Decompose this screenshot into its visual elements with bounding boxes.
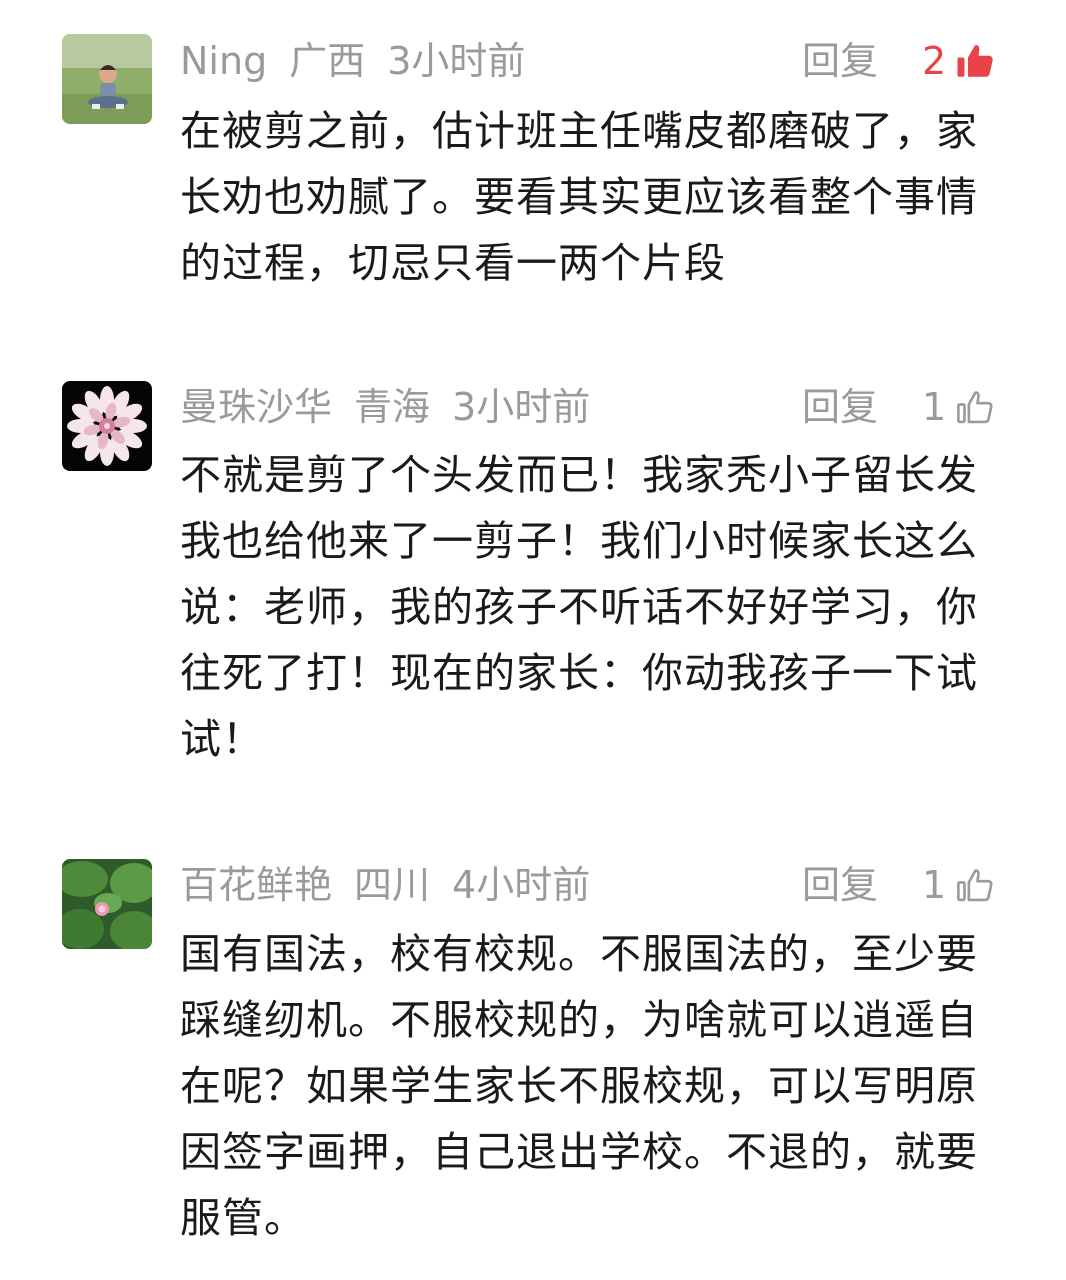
author-name[interactable]: 百花鲜艳 [180, 863, 332, 907]
author-name[interactable]: 曼珠沙华 [180, 385, 332, 429]
comment-text: 国有国法，校有校规。不服国法的，至少要踩缝纫机。不服校规的，为啥就可以逍遥自在呢… [180, 930, 978, 1242]
like-count: 1 [922, 863, 947, 907]
author-region: 四川 [354, 863, 431, 907]
avatar[interactable] [62, 381, 152, 471]
comment-meta: Ning 广西 3小时前 [180, 36, 547, 86]
like-count: 1 [922, 385, 947, 429]
thumbs-up-filled-icon [957, 45, 993, 77]
comment-time: 3小时前 [452, 385, 591, 429]
child-photo-avatar-icon [62, 34, 152, 124]
comment-time: 3小时前 [387, 39, 526, 83]
reply-button[interactable]: 回复 [802, 36, 878, 86]
comment-meta: 百花鲜艳 四川 4小时前 [180, 860, 612, 910]
comment-time: 4小时前 [452, 863, 591, 907]
flower-avatar-icon [62, 381, 152, 471]
author-region: 广西 [289, 39, 366, 83]
comment-text: 在被剪之前，估计班主任嘴皮都磨破了，家长劝也劝腻了。要看其实更应该看整个事情的过… [180, 107, 978, 287]
thumbs-up-outline-icon [957, 391, 993, 424]
avatar[interactable] [62, 859, 152, 949]
reply-button[interactable]: 回复 [802, 860, 878, 910]
like-button[interactable]: 2 [922, 36, 996, 86]
lotus-avatar-icon [62, 859, 152, 949]
reply-button[interactable]: 回复 [802, 382, 878, 432]
like-button[interactable]: 1 [922, 382, 996, 432]
avatar[interactable] [62, 34, 152, 124]
comment-text: 不就是剪了个头发而已！我家秃小子留长发我也给他来了一剪子！我们小时候家长这么说：… [180, 451, 978, 763]
author-name[interactable]: Ning [180, 39, 267, 83]
like-button[interactable]: 1 [922, 860, 996, 910]
like-count: 2 [922, 39, 947, 83]
author-region: 青海 [354, 385, 431, 429]
comment-meta: 曼珠沙华 青海 3小时前 [180, 382, 612, 432]
thumbs-up-outline-icon [957, 869, 993, 902]
